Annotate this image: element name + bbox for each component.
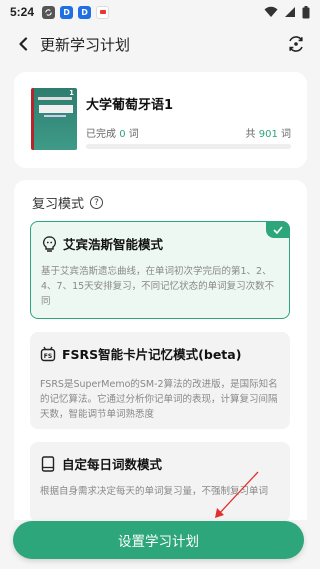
fsrs-robot-icon: FS <box>40 346 56 362</box>
mode-description: 基于艾宾浩斯遗忘曲线，在单词初次学完后的第1、2、4、7、15天安排复习，不同记… <box>41 266 275 307</box>
section-title: 复习模式 <box>32 197 85 212</box>
total-label: 共 901 词 <box>245 129 291 140</box>
mode-title: FSRS智能卡片记忆模式(beta) <box>62 347 242 362</box>
book-title: 大学葡萄牙语1 <box>86 98 174 113</box>
review-mode-card: 复习模式 ? 艾宾浩斯智能模式 基于艾宾浩斯遗忘曲线，在单词初次学完后的第1、2… <box>14 180 307 520</box>
signal-icon <box>285 7 295 17</box>
book-cover-image: 1 <box>31 88 77 150</box>
book-card[interactable]: 1 大学葡萄牙语1 已完成 0 词 共 901 词 <box>14 72 307 168</box>
mode-option-custom-daily[interactable]: 自定每日词数模式 根据自身需求决定每天的单词复习量，不强制复习单词 <box>30 442 290 520</box>
sync-notification-icon <box>42 5 56 19</box>
wifi-icon <box>264 6 278 17</box>
total-count: 901 <box>258 129 278 140</box>
review-mode-heading: 复习模式 ? <box>32 193 104 212</box>
lightbulb-icon <box>41 235 57 252</box>
battery-icon <box>302 5 310 18</box>
progress-bar <box>86 144 291 149</box>
app-notification-icon <box>96 5 110 19</box>
check-icon <box>266 221 290 238</box>
svg-text:FS: FS <box>44 353 52 360</box>
app-d-notification-icon: D <box>60 5 74 19</box>
mode-title: 艾宾浩斯智能模式 <box>63 237 164 252</box>
book-icon <box>40 455 56 472</box>
switch-book-icon[interactable] <box>286 34 306 54</box>
cover-number: 1 <box>69 89 74 97</box>
completed-label: 已完成 0 词 <box>86 129 139 140</box>
mode-option-ebbinghaus[interactable]: 艾宾浩斯智能模式 基于艾宾浩斯遗忘曲线，在单词初次学完后的第1、2、4、7、15… <box>30 221 290 319</box>
mode-option-fsrs[interactable]: FS FSRS智能卡片记忆模式(beta) FSRS是SuperMemo的SM-… <box>30 332 290 429</box>
mode-description: 根据自身需求决定每天的单词复习量，不强制复习单词 <box>40 486 269 497</box>
set-study-plan-button[interactable]: 设置学习计划 <box>13 521 304 559</box>
app-d-notification-icon-2: D <box>78 5 92 19</box>
back-arrow-icon[interactable] <box>14 35 32 53</box>
book-stats: 已完成 0 词 共 901 词 <box>86 125 291 140</box>
mode-title: 自定每日词数模式 <box>62 457 163 472</box>
status-time: 5:24 <box>10 5 35 19</box>
completed-count: 0 <box>119 129 126 140</box>
mode-description: FSRS是SuperMemo的SM-2算法的改进版，是国际知名的记忆算法。它通过… <box>40 379 278 420</box>
status-bar: 5:24 D D <box>0 0 320 24</box>
page-title: 更新学习计划 <box>40 35 131 54</box>
top-bar: 更新学习计划 <box>0 28 320 60</box>
help-icon[interactable]: ? <box>90 196 104 209</box>
